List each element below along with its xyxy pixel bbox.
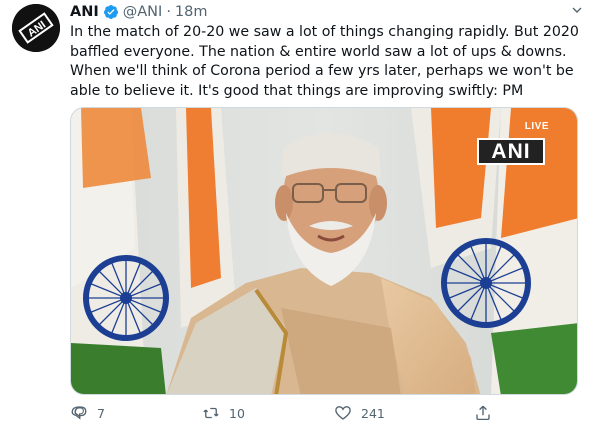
verified-badge-icon <box>103 5 118 19</box>
reply-count: 7 <box>97 405 105 421</box>
tweet-text: In the match of 20-20 we saw a lot of th… <box>70 24 579 99</box>
channel-logo: ANI <box>477 138 545 165</box>
tweet-actions: 7 10 241 <box>70 403 510 423</box>
reply-button[interactable]: 7 <box>70 403 105 423</box>
retweet-icon <box>203 407 219 419</box>
separator-dot: · <box>166 4 171 20</box>
like-button[interactable]: 241 <box>334 403 385 423</box>
live-label: LIVE <box>524 121 549 132</box>
retweet-count: 10 <box>229 405 245 421</box>
chevron-down-icon[interactable] <box>569 2 585 18</box>
like-count: 241 <box>361 405 385 421</box>
heart-icon <box>335 406 351 420</box>
tweet-header: ANI @ANI · 18m <box>70 2 580 22</box>
share-icon <box>476 405 490 421</box>
tweet-media[interactable]: LIVE ANI <box>70 107 578 395</box>
reply-icon <box>71 406 87 420</box>
ani-logo-icon: ANI <box>12 4 60 52</box>
avatar[interactable]: ANI <box>12 4 60 52</box>
author-handle[interactable]: @ANI <box>123 4 163 20</box>
author-name[interactable]: ANI <box>70 4 99 20</box>
tweet-timestamp[interactable]: 18m <box>175 4 208 20</box>
retweet-button[interactable]: 10 <box>202 403 245 423</box>
share-button[interactable] <box>474 403 492 423</box>
